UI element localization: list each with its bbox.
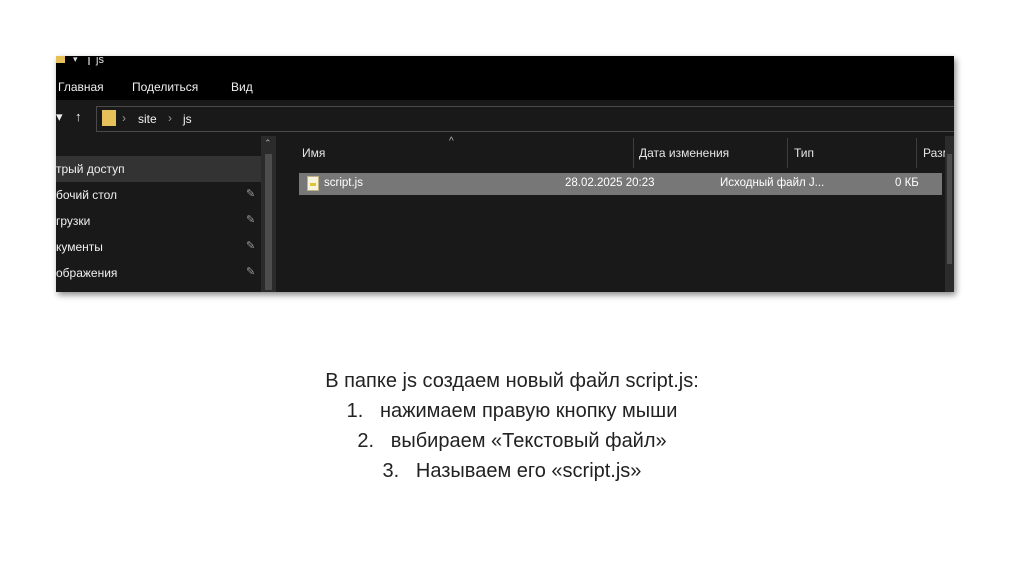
pin-icon: ✎: [246, 240, 256, 252]
file-explorer-window: ▾ js Главная Поделиться Вид ▾ ↑ › site ›…: [56, 56, 954, 292]
pin-icon: ✎: [246, 188, 256, 200]
caption-step-3: 3. Называем его «script.js»: [0, 456, 1024, 486]
nav-item-label: бочий стол: [56, 188, 118, 202]
scrollbar-thumb[interactable]: [947, 154, 952, 264]
folder-icon: [56, 56, 65, 63]
window-title: js: [96, 56, 104, 66]
file-type: Исходный файл J...: [720, 177, 825, 189]
pin-icon: ✎: [246, 266, 256, 278]
step-number: 1.: [346, 400, 364, 422]
nav-item-desktop[interactable]: бочий стол ✎: [56, 182, 261, 208]
quick-access-dropdown-icon[interactable]: ▾: [73, 56, 78, 64]
caption-step-2: 2. выбираем «Текстовый файл»: [0, 426, 1024, 456]
nav-item-label: ображения: [56, 266, 118, 280]
tab-share[interactable]: Поделиться: [132, 80, 198, 94]
nav-item-downloads[interactable]: грузки ✎: [56, 208, 261, 234]
nav-item-pictures[interactable]: ображения ✎: [56, 260, 261, 286]
step-text: Называем его «script.js»: [415, 460, 642, 482]
nav-item-quick-access[interactable]: трый доступ: [56, 156, 261, 182]
slide-caption: В папке js создаем новый файл script.js:…: [0, 366, 1024, 486]
nav-pane-scrollbar[interactable]: ⌃: [261, 136, 276, 292]
nav-item-label: кументы: [56, 240, 103, 254]
column-date-label: Дата изменения: [639, 146, 730, 160]
sort-up-icon: ^: [449, 136, 454, 147]
nav-item-documents[interactable]: кументы ✎: [56, 234, 261, 260]
scrollbar-thumb[interactable]: [265, 154, 272, 290]
navigation-pane: трый доступ бочий стол ✎ грузки ✎ кумент…: [56, 136, 261, 292]
pin-icon: ✎: [246, 214, 256, 226]
caption-intro: В папке js создаем новый файл script.js:: [325, 370, 699, 392]
scroll-up-icon[interactable]: ⌃: [264, 138, 272, 149]
column-separator[interactable]: [633, 138, 634, 168]
file-modified: 28.02.2025 20:23: [565, 177, 655, 189]
title-separator: [88, 57, 90, 65]
chevron-right-icon: ›: [122, 111, 126, 125]
column-type[interactable]: Тип: [794, 136, 914, 170]
up-arrow-icon[interactable]: ↑: [75, 109, 82, 124]
caption-step-1: 1. нажимаем правую кнопку мыши: [0, 396, 1024, 426]
address-bar[interactable]: › site › js: [96, 106, 954, 132]
step-number: 3.: [382, 460, 400, 482]
column-type-label: Тип: [794, 146, 815, 160]
step-text: нажимаем правую кнопку мыши: [379, 400, 678, 422]
folder-icon: [102, 110, 116, 126]
column-separator[interactable]: [787, 138, 788, 168]
chevron-right-icon: ›: [168, 111, 172, 125]
tab-home[interactable]: Главная: [58, 80, 104, 94]
file-row-script-js[interactable]: script.js 28.02.2025 20:23 Исходный файл…: [299, 173, 942, 195]
js-file-icon: [307, 176, 319, 191]
breadcrumb-js[interactable]: js: [183, 112, 192, 126]
column-separator[interactable]: [916, 138, 917, 168]
tab-view[interactable]: Вид: [231, 80, 253, 94]
back-arrow-icon[interactable]: ▾: [56, 109, 63, 125]
step-text: выбираем «Текстовый файл»: [390, 430, 667, 452]
file-list-scrollbar[interactable]: [945, 136, 954, 292]
file-size: 0 КБ: [895, 177, 919, 189]
column-name[interactable]: ^ Имя: [302, 136, 578, 170]
file-name: script.js: [324, 177, 363, 189]
ribbon-tabs: Главная Поделиться Вид: [56, 70, 954, 100]
title-bar: ▾ js: [56, 56, 954, 70]
nav-item-label: трый доступ: [56, 162, 125, 176]
address-bar-row: ▾ ↑ › site › js: [56, 100, 954, 136]
breadcrumb-site[interactable]: site: [138, 112, 157, 126]
step-number: 2.: [357, 430, 375, 452]
column-name-label: Имя: [302, 146, 326, 160]
nav-item-label: грузки: [56, 214, 91, 228]
file-list: ^ Имя Дата изменения Тип Размер script.j…: [282, 136, 954, 292]
column-date-modified[interactable]: Дата изменения: [639, 136, 787, 170]
column-size[interactable]: Размер: [923, 136, 954, 170]
